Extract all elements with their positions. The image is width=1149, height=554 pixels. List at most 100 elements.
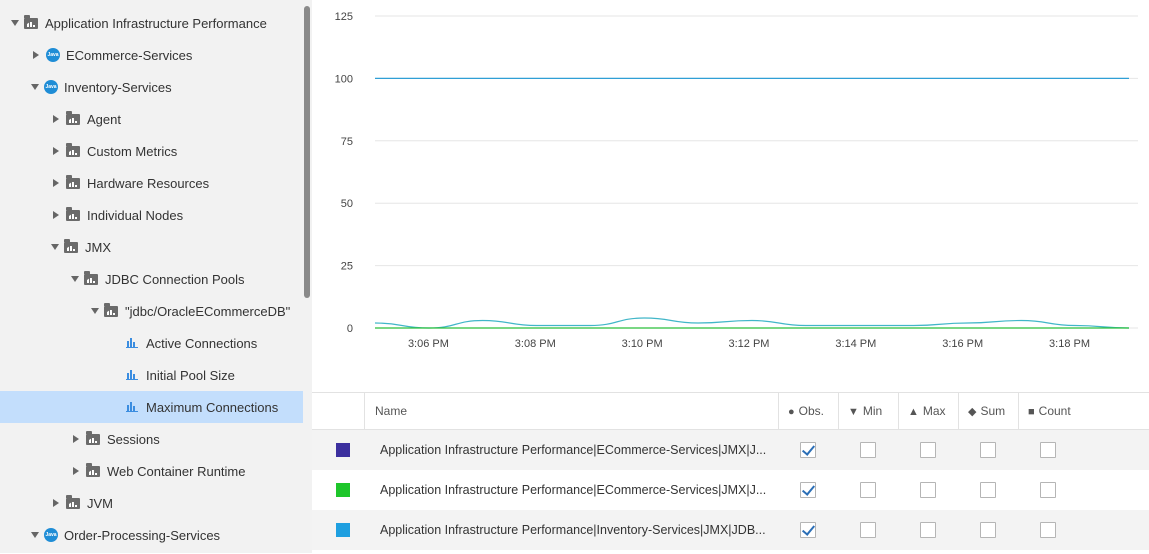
series-color-swatch (336, 523, 350, 537)
obs-symbol-icon: ● (788, 406, 795, 418)
max-symbol-icon: ▲ (908, 406, 919, 418)
tree-item-label: JVM (87, 495, 113, 511)
max-checkbox[interactable] (920, 442, 936, 458)
tree-item-label: Sessions (107, 431, 160, 447)
count-checkbox[interactable] (1040, 442, 1056, 458)
caret-right-icon[interactable] (53, 147, 59, 155)
tree-item[interactable]: Individual Nodes (0, 199, 303, 231)
tree-item-label: "jdbc/OracleECommerceDB" (125, 303, 291, 319)
tree-item[interactable]: Application Infrastructure Performance (0, 7, 303, 39)
metric-name: Application Infrastructure Performance|I… (380, 523, 766, 537)
color-column-header (312, 393, 364, 429)
caret-down-icon[interactable] (31, 84, 39, 90)
min-checkbox[interactable] (860, 522, 876, 538)
tree-item[interactable]: Java Order-Processing-Services (0, 519, 303, 551)
tree-item[interactable]: Active Connections (0, 327, 303, 359)
folder-icon (66, 111, 80, 125)
table-row[interactable]: Application Infrastructure Performance|E… (312, 430, 1149, 470)
tree-scrollbar[interactable] (304, 6, 310, 298)
sum-checkbox[interactable] (980, 522, 996, 538)
obs-checkbox[interactable] (800, 442, 816, 458)
tree-item-label: Web Container Runtime (107, 463, 246, 479)
caret-down-icon[interactable] (91, 308, 99, 314)
tree-item[interactable]: Agent (0, 103, 303, 135)
folder-icon (66, 143, 80, 157)
column-header-label: Min (862, 404, 883, 418)
x-tick-label: 3:14 PM (835, 338, 876, 350)
column-header-label: Count (1038, 404, 1071, 418)
caret-right-icon[interactable] (53, 115, 59, 123)
column-header-sum[interactable]: ◆ Sum (958, 393, 1018, 429)
caret-right-icon[interactable] (73, 435, 79, 443)
column-header-name[interactable]: Name (364, 393, 778, 429)
tree-item[interactable]: Initial Pool Size (0, 359, 303, 391)
tree-item-label: ECommerce-Services (66, 47, 193, 63)
column-header-min[interactable]: ▼ Min (838, 393, 898, 429)
tree-item-label: Hardware Resources (87, 175, 210, 191)
caret-right-icon[interactable] (33, 51, 39, 59)
max-checkbox[interactable] (920, 482, 936, 498)
tree-item[interactable]: Java Inventory-Services (0, 71, 303, 103)
metric-name: Application Infrastructure Performance|E… (380, 483, 767, 497)
column-header-label: Name (375, 404, 408, 418)
column-header-obs[interactable]: ● Obs. (778, 393, 838, 429)
sum-checkbox[interactable] (980, 442, 996, 458)
metric-tree: Application Infrastructure Performance Ja… (0, 0, 312, 553)
sum-symbol-icon: ◆ (968, 406, 977, 418)
x-tick-label: 3:06 PM (408, 338, 449, 350)
tree-item-label: Custom Metrics (87, 143, 178, 159)
x-tick-label: 3:10 PM (622, 338, 663, 350)
tree-item[interactable]: Java ECommerce-Services (0, 39, 303, 71)
tree-item-label: JDBC Connection Pools (105, 271, 245, 287)
tree-item[interactable]: Maximum Connections (0, 391, 303, 423)
min-checkbox[interactable] (860, 442, 876, 458)
tree-item-label: JMX (85, 239, 111, 255)
caret-down-icon[interactable] (31, 532, 39, 538)
table-row[interactable]: Application Infrastructure Performance|E… (312, 470, 1149, 510)
folder-icon (24, 15, 38, 29)
min-symbol-icon: ▼ (848, 406, 859, 418)
caret-down-icon[interactable] (11, 20, 19, 26)
obs-checkbox[interactable] (800, 522, 816, 538)
tree-item[interactable]: "jdbc/OracleECommerceDB" (0, 295, 303, 327)
x-tick-label: 3:08 PM (515, 338, 556, 350)
min-checkbox[interactable] (860, 482, 876, 498)
tree-item[interactable]: JMX (0, 231, 303, 263)
y-tick-label: 100 (335, 73, 353, 85)
tree-item[interactable]: Hardware Resources (0, 167, 303, 199)
sum-checkbox[interactable] (980, 482, 996, 498)
table-header: Name ● Obs. ▼ Min ▲ Max ◆ Sum ■ Count (312, 393, 1149, 430)
tree-item[interactable]: Sessions (0, 423, 303, 455)
y-tick-label: 25 (341, 261, 353, 273)
count-checkbox[interactable] (1040, 522, 1056, 538)
caret-down-icon[interactable] (51, 244, 59, 250)
tree-item-label: Agent (87, 111, 121, 127)
tree-item[interactable]: JVM (0, 487, 303, 519)
count-checkbox[interactable] (1040, 482, 1056, 498)
folder-icon (86, 463, 100, 477)
obs-checkbox[interactable] (800, 482, 816, 498)
tree-item-label: Maximum Connections (146, 399, 279, 415)
tree-item[interactable]: Custom Metrics (0, 135, 303, 167)
column-header-label: Obs. (798, 404, 824, 418)
column-header-label: Sum (980, 404, 1006, 418)
column-header-max[interactable]: ▲ Max (898, 393, 958, 429)
metric-name: Application Infrastructure Performance|E… (380, 443, 767, 457)
count-symbol-icon: ■ (1028, 406, 1035, 418)
caret-right-icon[interactable] (53, 179, 59, 187)
caret-down-icon[interactable] (71, 276, 79, 282)
caret-right-icon[interactable] (73, 467, 79, 475)
x-tick-label: 3:12 PM (729, 338, 770, 350)
table-row[interactable]: Application Infrastructure Performance|I… (312, 510, 1149, 550)
column-header-count[interactable]: ■ Count (1018, 393, 1086, 429)
tree-item[interactable]: JDBC Connection Pools (0, 263, 303, 295)
tree-item-label: Initial Pool Size (146, 367, 235, 383)
series-line (374, 317, 1130, 329)
tree-item-label: Active Connections (146, 335, 258, 351)
tree-item-label: Order-Processing-Services (64, 527, 221, 543)
caret-right-icon[interactable] (53, 499, 59, 507)
caret-right-icon[interactable] (53, 211, 59, 219)
folder-icon (64, 239, 78, 253)
tree-item[interactable]: Web Container Runtime (0, 455, 303, 487)
max-checkbox[interactable] (920, 522, 936, 538)
